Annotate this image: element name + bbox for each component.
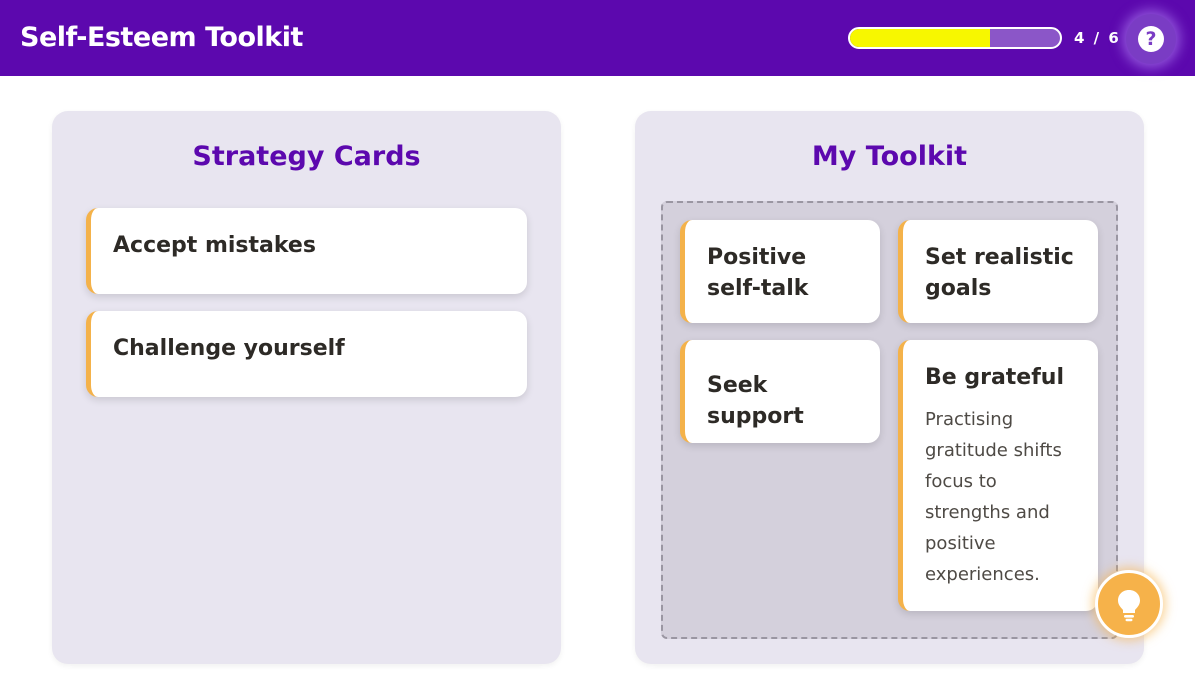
- strategy-card[interactable]: Challenge yourself: [86, 311, 527, 397]
- toolkit-card-label: Be grateful: [925, 365, 1065, 390]
- hint-button[interactable]: [1095, 570, 1163, 638]
- progress-bar: [848, 27, 1062, 49]
- toolkit-card-expanded[interactable]: Be grateful Practising gratitude shifts …: [898, 340, 1098, 611]
- question-mark-icon: ?: [1138, 26, 1164, 52]
- toolkit-card-label: Set realistic goals: [925, 245, 1074, 301]
- toolkit-drop-zone[interactable]: Positive self-talk Set realistic goals S…: [661, 201, 1118, 639]
- strategy-card[interactable]: Accept mistakes: [86, 208, 527, 294]
- strategy-card-label: Accept mistakes: [113, 233, 316, 258]
- toolkit-card[interactable]: Positive self-talk: [680, 220, 880, 323]
- progress-counter: 4 / 6: [1074, 29, 1121, 47]
- toolkit-card[interactable]: Seek support: [680, 340, 880, 443]
- top-bar: Self-Esteem Toolkit 4 / 6 ?: [0, 0, 1195, 76]
- progress-bar-fill: [850, 29, 990, 47]
- toolkit-card[interactable]: Set realistic goals: [898, 220, 1098, 323]
- app-title: Self-Esteem Toolkit: [20, 22, 303, 53]
- strategy-cards-panel: Strategy Cards Accept mistakes Challenge…: [52, 111, 561, 664]
- strategy-cards-title: Strategy Cards: [192, 141, 421, 172]
- my-toolkit-title: My Toolkit: [811, 141, 968, 172]
- help-button[interactable]: ?: [1126, 14, 1176, 64]
- strategy-card-label: Challenge yourself: [113, 336, 345, 361]
- lightbulb-icon: [1118, 590, 1140, 622]
- toolkit-card-label: Seek support: [707, 373, 804, 429]
- toolkit-card-description: Practising gratitude shifts focus to str…: [925, 409, 1062, 585]
- my-toolkit-panel: My Toolkit Positive self-talk Set realis…: [635, 111, 1144, 664]
- toolkit-card-label: Positive self-talk: [707, 245, 809, 301]
